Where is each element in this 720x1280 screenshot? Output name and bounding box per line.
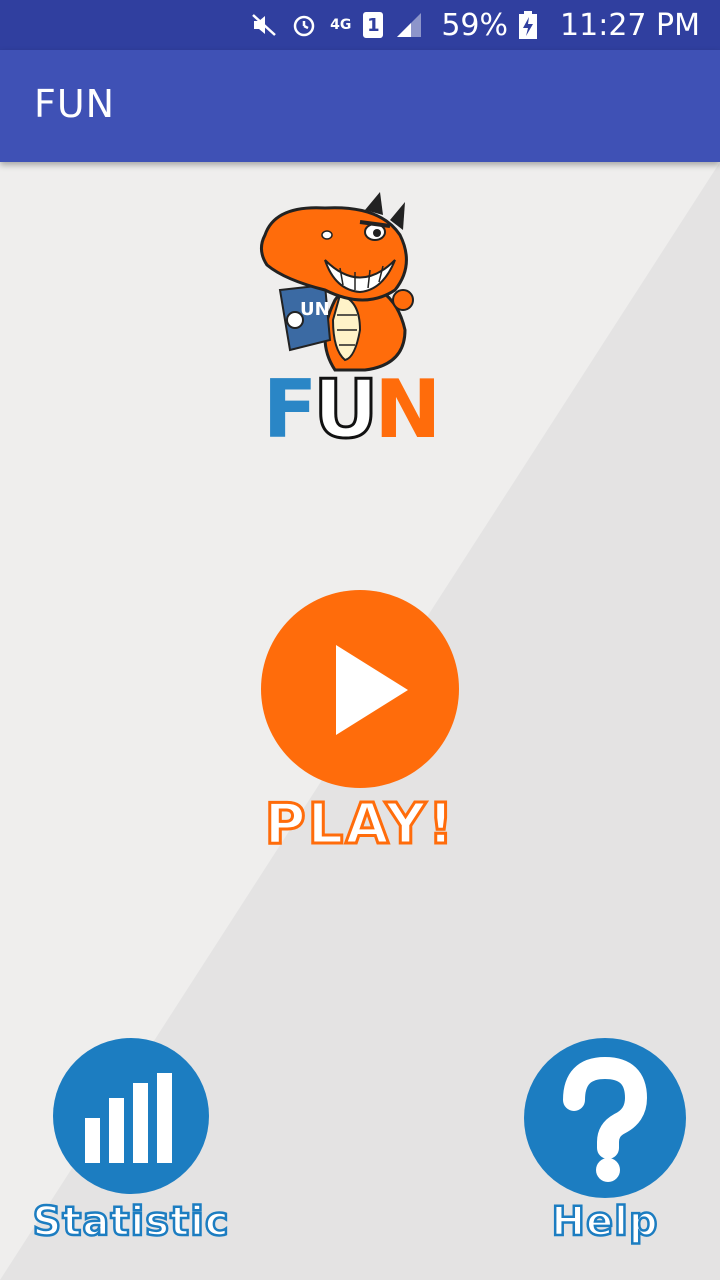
- battery-percentage: 59%: [441, 7, 509, 43]
- question-mark-icon: [563, 1056, 648, 1182]
- play-button[interactable]: [261, 590, 459, 788]
- logo-letter-u: U: [312, 363, 380, 456]
- statistic-button[interactable]: [53, 1038, 209, 1194]
- dragon-mascot-icon: UN: [260, 192, 414, 372]
- app-title: FUN: [34, 82, 116, 126]
- clock: 11:27 PM: [560, 7, 700, 43]
- logo-letter-n: N: [374, 363, 441, 456]
- status-bar: 4G 1 59% 11:27 PM: [0, 0, 720, 50]
- battery-charging-icon: [514, 11, 542, 39]
- network-type: 4G: [330, 17, 352, 33]
- status-icons: 4G 1: [250, 11, 423, 39]
- fun-logo: UN FUN: [255, 190, 445, 465]
- svg-text:UN: UN: [300, 299, 330, 320]
- signal-icon: [395, 11, 423, 39]
- logo-letter-f: F: [262, 363, 318, 456]
- sim-icon: 1: [363, 12, 384, 38]
- help-button[interactable]: [524, 1038, 686, 1198]
- alarm-icon: [290, 11, 318, 39]
- app-bar: FUN: [0, 50, 720, 162]
- vibrate-mute-icon: [250, 11, 278, 39]
- help-label[interactable]: Help: [520, 1192, 690, 1252]
- fun-logo-text: FUN: [255, 363, 445, 456]
- bar-chart-icon: [85, 1073, 172, 1163]
- play-icon: [336, 645, 408, 735]
- statistic-label[interactable]: Statistic: [20, 1192, 242, 1252]
- play-label[interactable]: PLAY!: [240, 790, 480, 860]
